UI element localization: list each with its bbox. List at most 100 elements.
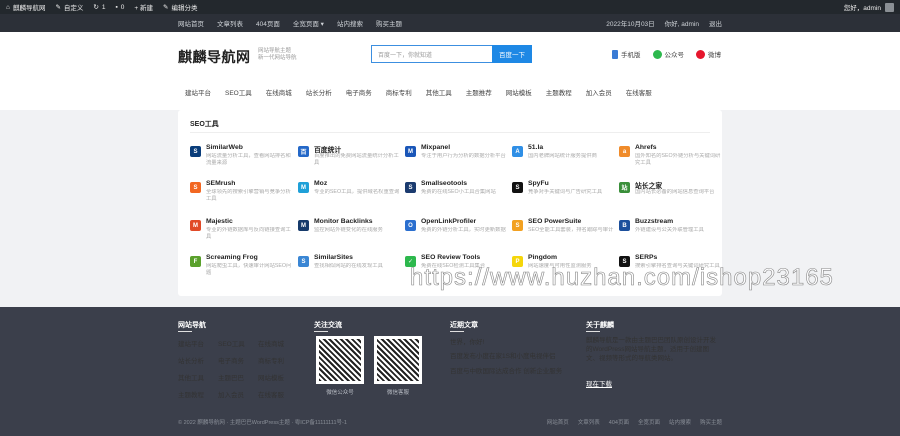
category-item[interactable]: 主题教程 [546,87,572,97]
footer-bottom-link[interactable]: 站内搜索 [669,418,691,426]
top-nav-item[interactable]: 站内搜索 [337,18,363,28]
weibo-link[interactable]: 微博 [696,49,721,59]
top-nav-item[interactable]: 网站首页 [178,18,204,28]
site-card[interactable]: S SpyFu 竞争对手关键词与广告研究工具 [512,180,617,210]
site-description: 百度推出的免费网站流量统计分析工具 [314,153,399,166]
footer-nav-link[interactable]: 站长分析 [178,355,218,365]
footer-nav-link[interactable]: 加入会员 [218,389,258,399]
footer-bottom-link[interactable]: 文章列表 [578,418,600,426]
site-card[interactable]: S Smallseotools 免费的在线SEO小工具合集网站 [405,180,510,210]
site-card[interactable]: S SimilarWeb 网站流量分析工具，查看网站排名和流量来源 [190,144,295,174]
admin-customize[interactable]: ✎ 自定义 [55,2,83,12]
footer-nav-link[interactable]: 在线商城 [258,338,298,348]
wechat-label: 公众号 [664,52,685,59]
site-logo-icon: M [298,220,309,231]
admin-new[interactable]: + 新建 [134,2,153,12]
site-name: 51.la [528,144,544,151]
wechat-link[interactable]: 公众号 [652,49,685,59]
site-card[interactable]: O OpenLinkProfiler 免费的外链分析工具，实时更新数据 [405,218,510,248]
user-greeting[interactable]: 你好, admin [665,18,699,28]
category-item[interactable]: 主题推荐 [466,87,492,97]
site-card[interactable]: B Buzzstream 外链建设与公关外联管理工具 [619,218,724,248]
category-item[interactable]: SEO工具 [225,87,252,97]
category-item[interactable]: 在线商城 [266,87,292,97]
site-card[interactable]: a Ahrefs 国外知名的SEO外链分析与关键词研究工具 [619,144,724,174]
about-text: 麒麟导航是一款由主题巴巴团队原创设计开发的WordPress网站导航主题，适用于… [586,337,716,362]
search-button[interactable]: 百度一下 [492,45,532,63]
news-item[interactable]: 世界，你好! [450,336,575,350]
logout-link[interactable]: 退出 [709,18,722,28]
footer-bottom-link[interactable]: 购买主题 [700,418,722,426]
category-item[interactable]: 商标专利 [386,87,412,97]
footer-nav-link[interactable]: 建站平台 [178,338,218,348]
category-item[interactable]: 站长分析 [306,87,332,97]
site-header [0,32,900,110]
top-nav-item[interactable]: 文章列表 [217,18,243,28]
site-logo-icon: M [190,220,201,231]
site-logo-icon: S [512,182,523,193]
about-more-link[interactable]: 现在下载 [586,378,612,388]
site-card[interactable]: M Moz 专业的SEO工具，提供域名权重查询 [298,180,403,210]
site-card[interactable]: A 51.la 国内老牌网站统计服务提供商 [512,144,617,174]
site-name: SEO PowerSuite [528,218,582,225]
site-card[interactable]: S SEO PowerSuite SEO全能工具套装，排名跟踪与审计 [512,218,617,248]
admin-account[interactable]: 您好，admin [844,2,894,12]
footer-bottom-link[interactable]: 404页面 [609,418,629,426]
site-name: Majestic [206,218,233,225]
site-description: 网站爬虫工具，快速审计网站SEO问题 [206,263,292,276]
avatar [885,2,894,12]
admin-updates-count: 1 [101,3,106,11]
news-item[interactable]: 百度发布小度在家1S和小度电视伴侣 [450,350,575,364]
footer-bottom-link[interactable]: 网站首页 [547,418,569,426]
category-item[interactable]: 建站平台 [185,87,211,97]
category-item[interactable]: 在线客服 [626,87,652,97]
site-card[interactable]: M Monitor Backlinks 监控网站外链变化的在线服务 [298,218,403,248]
admin-site-link[interactable]: ⌂ 麒麟导航网 [6,2,46,13]
admin-site-name: 麒麟导航网 [12,5,46,12]
mobile-link[interactable]: 手机版 [612,49,641,59]
admin-comments[interactable]: ▪ 0 [115,4,124,11]
footer-nav-link[interactable]: 网站模板 [258,372,298,382]
site-card[interactable]: 百百度统计 百度推出的免费网站流量统计分析工具 [298,144,403,174]
admin-updates[interactable]: ↻ 1 [93,3,106,12]
qr-code-wechat [316,336,364,384]
site-card[interactable]: 站站长之家 国内站长必备的网站信息查询平台 [619,180,724,210]
site-logo-icon: O [405,220,416,231]
site-name: Mixpanel [421,144,451,151]
site-description: 专业的SEO工具，提供域名权重查询 [314,189,400,195]
site-logo-icon: M [298,182,309,193]
section-divider [190,132,710,133]
category-item[interactable]: 加入会员 [586,87,612,97]
news-item[interactable]: 百度与中欧国际达成合作 创新企业服务 [450,367,575,376]
footer-nav-link[interactable]: 在线客服 [258,389,298,399]
site-description: SEO全能工具套装，排名跟踪与审计 [528,227,614,233]
footer-nav-link[interactable]: 主题巴巴 [218,372,258,382]
site-name: Pingdom [528,254,558,261]
admin-edit-category[interactable]: ✎ 编辑分类 [163,2,197,12]
site-card[interactable]: F Screaming Frog 网站爬虫工具，快速审计网站SEO问题 [190,254,295,284]
top-nav-item[interactable]: 404页面 [256,18,280,28]
footer-nav-link[interactable]: 其他工具 [178,372,218,382]
site-logo-icon: S [298,256,309,267]
site-name: SEO Review Tools [421,254,481,261]
site-card[interactable]: M Majestic 专业的外链数据库与反向链接查询工具 [190,218,295,248]
category-item[interactable]: 网站模板 [506,87,532,97]
footer-nav-link[interactable]: 电子商务 [218,355,258,365]
top-nav-item[interactable]: 全宽页面 ▾ [293,18,324,28]
top-nav-item[interactable]: 购买主题 [376,18,402,28]
site-description: 专业的外链数据库与反向链接查询工具 [206,227,291,240]
site-card[interactable]: S SimilarSites 查找相似网站的在线发现工具 [298,254,403,284]
category-item[interactable]: 其他工具 [426,87,452,97]
footer-title-underline [178,331,192,332]
search-input[interactable]: 百度一下，你就知道 [371,45,492,63]
footer-nav-link[interactable]: 商标专利 [258,355,298,365]
site-card[interactable]: S SEMrush 全球领先的搜索引擎营销与竞争分析工具 [190,180,295,210]
search-form: 百度一下，你就知道 百度一下 [371,45,532,63]
qr-pattern [319,339,361,381]
footer-bottom-link[interactable]: 全宽页面 [638,418,660,426]
category-item[interactable]: 电子商务 [346,87,372,97]
site-card[interactable]: M Mixpanel 专注于用户行为分析的数据分析平台 [405,144,510,174]
site-logo[interactable]: 麒麟导航网 [178,47,251,67]
footer-nav-link[interactable]: 主题教程 [178,389,218,399]
footer-nav-link[interactable]: SEO工具 [218,338,258,348]
